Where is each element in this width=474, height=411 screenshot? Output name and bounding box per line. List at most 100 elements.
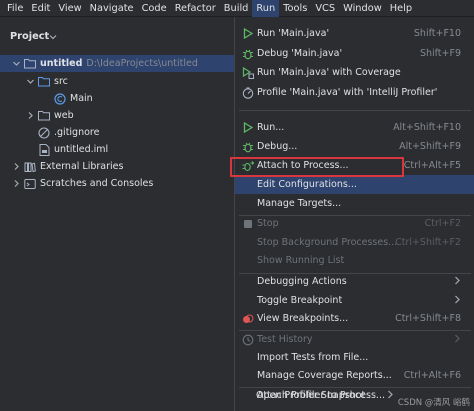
- menu-item-label: Run...: [257, 122, 285, 133]
- menu-item-run-dialog[interactable]: Run... Alt+Shift+F10: [235, 118, 474, 137]
- menu-item-stop[interactable]: Stop Ctrl+F2: [235, 214, 474, 233]
- menu-item-manage-coverage-reports[interactable]: Manage Coverage Reports... Ctrl+Alt+F6: [235, 366, 474, 385]
- tree-item-label: .gitignore: [54, 127, 100, 138]
- chevron-right-icon: [454, 295, 461, 307]
- history-icon: [242, 334, 254, 346]
- chevron-right-icon: [387, 390, 394, 402]
- menu-item-stop-background[interactable]: Stop Background Processes... Ctrl+Shift+…: [235, 233, 474, 252]
- menu-item-toggle-breakpoint[interactable]: Toggle Breakpoint: [235, 291, 474, 310]
- menu-refactor[interactable]: Refactor: [171, 0, 220, 17]
- menu-run[interactable]: Run: [252, 0, 280, 17]
- menu-help[interactable]: Help: [386, 0, 416, 17]
- tree-item-web[interactable]: web: [0, 107, 236, 124]
- menu-item-debugging-actions[interactable]: Debugging Actions: [235, 272, 474, 291]
- menu-navigate[interactable]: Navigate: [86, 0, 138, 17]
- menu-item-view-breakpoints[interactable]: View Breakpoints... Ctrl+Shift+F8: [235, 309, 474, 328]
- menu-view[interactable]: View: [54, 0, 85, 17]
- chevron-right-icon: [454, 334, 461, 346]
- menu-item-run-with-coverage[interactable]: Run 'Main.java' with Coverage: [235, 63, 474, 82]
- menu-item-label: Debug...: [257, 141, 298, 152]
- menu-item-label: Toggle Breakpoint: [257, 295, 343, 306]
- scratches-icon: [24, 178, 36, 190]
- menu-vcs[interactable]: VCS: [311, 0, 339, 17]
- file-icon: [38, 143, 50, 156]
- tree-item-label: web: [54, 110, 74, 121]
- menu-item-profile[interactable]: Profile 'Main.java' with 'IntelliJ Profi…: [235, 83, 474, 102]
- stop-icon: [242, 218, 254, 230]
- menu-bar: File Edit View Navigate Code Refactor Bu…: [0, 0, 474, 17]
- menu-item-debug-main[interactable]: Debug 'Main.java' Shift+F9: [235, 44, 474, 63]
- menu-tools[interactable]: Tools: [279, 0, 311, 17]
- tree-item-main[interactable]: Main: [0, 90, 236, 107]
- menu-item-label: Debug 'Main.java': [257, 48, 343, 59]
- menu-window[interactable]: Window: [339, 0, 386, 17]
- menu-item-label: Edit Configurations...: [257, 179, 357, 190]
- menu-item-label: Test History: [257, 334, 313, 345]
- menu-item-label: Profile 'Main.java' with 'IntelliJ Profi…: [257, 87, 438, 98]
- project-panel: Project untitled D:\IdeaProjects\untitle…: [0, 18, 236, 411]
- chevron-right-icon[interactable]: [12, 179, 21, 188]
- menu-item-label: Show Running List: [257, 255, 345, 266]
- tree-item-untitled[interactable]: untitled D:\IdeaProjects\untitled: [0, 55, 236, 72]
- menu-item-label: View Breakpoints...: [257, 313, 349, 324]
- debug-icon: [242, 141, 254, 153]
- menu-item-test-history[interactable]: Test History: [235, 330, 474, 349]
- run-icon: [242, 28, 254, 40]
- annotation-highlight-box: [230, 157, 404, 177]
- menu-file[interactable]: File: [3, 0, 27, 17]
- profiler-icon: [242, 86, 254, 99]
- menu-edit[interactable]: Edit: [27, 0, 54, 17]
- tree-item-label: Main: [70, 93, 93, 104]
- project-panel-title[interactable]: Project: [10, 31, 49, 42]
- menu-item-import-tests[interactable]: Import Tests from File...: [235, 348, 474, 367]
- shortcut-label: Ctrl+F2: [424, 218, 461, 229]
- menu-item-debug-dialog[interactable]: Debug... Alt+Shift+F9: [235, 137, 474, 156]
- chevron-down-icon[interactable]: [26, 77, 35, 86]
- shortcut-label: Shift+F9: [419, 48, 461, 59]
- chevron-right-icon[interactable]: [12, 162, 21, 171]
- shortcut-label: Ctrl+Alt+F6: [403, 370, 461, 381]
- breakpoints-icon: [242, 313, 254, 325]
- menu-item-label: Debugging Actions: [257, 276, 347, 287]
- shortcut-label: Alt+Shift+F9: [399, 141, 461, 152]
- menu-item-edit-configurations[interactable]: Edit Configurations...: [235, 175, 474, 194]
- menu-item-label: Open Profiler Snapshot: [256, 390, 366, 401]
- shortcut-label: Ctrl+Shift+F2: [395, 237, 461, 248]
- shortcut-label: Shift+F10: [413, 28, 461, 39]
- chevron-right-icon[interactable]: [26, 111, 35, 120]
- run-icon: [242, 122, 254, 134]
- menu-item-label: Stop Background Processes...: [257, 237, 398, 248]
- menu-item-show-running-list[interactable]: Show Running List: [235, 251, 474, 270]
- tree-item-scratches[interactable]: Scratches and Consoles: [0, 175, 236, 192]
- class-icon: [54, 92, 66, 105]
- watermark: CSDN @清风 峪鹤: [397, 398, 470, 408]
- tree-item-label: Scratches and Consoles: [40, 178, 154, 189]
- debug-icon: [242, 48, 254, 60]
- menu-item-label: Stop: [257, 218, 279, 229]
- source-folder-icon: [38, 76, 50, 88]
- chevron-down-icon[interactable]: [48, 32, 58, 42]
- chevron-down-icon[interactable]: [12, 59, 21, 68]
- tree-item-label: src: [54, 76, 68, 87]
- tree-item-external-libraries[interactable]: External Libraries: [0, 158, 236, 175]
- menu-build[interactable]: Build: [220, 0, 253, 17]
- tree-item-label: untitled.iml: [54, 144, 109, 155]
- menu-item-label: Import Tests from File...: [257, 352, 369, 363]
- menu-item-manage-targets[interactable]: Manage Targets...: [235, 194, 474, 213]
- run-menu-dropdown: Run 'Main.java' Shift+F10 Debug 'Main.ja…: [234, 17, 474, 411]
- project-path: D:\IdeaProjects\untitled: [86, 58, 198, 69]
- tree-item-src[interactable]: src: [0, 73, 236, 90]
- chevron-right-icon: [454, 276, 461, 288]
- tree-item-gitignore[interactable]: .gitignore: [0, 124, 236, 141]
- tree-item-label: untitled: [40, 58, 83, 69]
- menu-separator: [239, 110, 471, 111]
- shortcut-label: Ctrl+Shift+F8: [395, 313, 461, 324]
- menu-item-label: Run 'Main.java': [257, 28, 330, 39]
- menu-code[interactable]: Code: [138, 0, 171, 17]
- tree-item-iml[interactable]: untitled.iml: [0, 141, 236, 158]
- menu-item-label: Run 'Main.java' with Coverage: [257, 67, 401, 78]
- menu-item-label: Manage Coverage Reports...: [257, 370, 392, 381]
- tree-item-label: External Libraries: [40, 161, 124, 172]
- menu-item-run-main[interactable]: Run 'Main.java' Shift+F10: [235, 24, 474, 43]
- shortcut-label: Alt+Shift+F10: [393, 122, 461, 133]
